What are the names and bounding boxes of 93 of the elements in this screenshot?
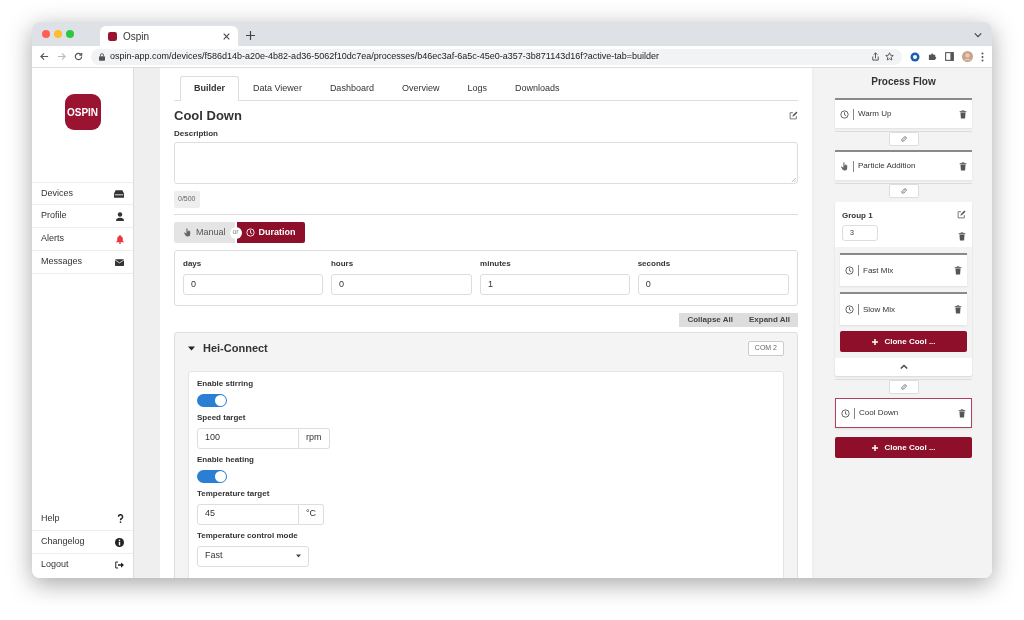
group-title: Group 1 — [842, 210, 874, 222]
field-label: Description — [174, 128, 219, 140]
edit-icon[interactable] — [957, 210, 966, 219]
phase-title: Cool Down — [174, 106, 242, 125]
resize-handle-icon[interactable] — [791, 177, 796, 182]
new-tab-icon[interactable] — [246, 31, 255, 40]
field-label: Temperature control mode — [197, 529, 299, 542]
lock-icon — [99, 52, 105, 61]
favicon-icon — [108, 31, 117, 41]
toggle-switch[interactable] — [197, 469, 227, 483]
dropdown[interactable]: Fast — [197, 545, 309, 567]
toggle-switch[interactable] — [197, 393, 227, 407]
sidebar-item[interactable]: Alerts — [32, 228, 133, 251]
trash-icon[interactable] — [958, 408, 966, 418]
device-name: Hei-Connect — [203, 341, 268, 356]
sidebar-item[interactable]: Help — [32, 507, 133, 530]
share-icon[interactable] — [871, 52, 880, 61]
step-card[interactable]: Cool Down — [835, 398, 972, 428]
step-name: Particle Addition — [858, 160, 917, 172]
field-label: Enable stirring — [197, 377, 254, 390]
link-icon — [899, 383, 908, 391]
tab[interactable]: Downloads — [500, 76, 574, 101]
field-label: minutes — [480, 258, 512, 270]
tab[interactable]: Logs — [453, 76, 501, 101]
number-field[interactable]: 100 — [197, 427, 299, 449]
star-icon[interactable] — [885, 52, 894, 61]
step-card[interactable]: Fast Mix — [840, 253, 967, 286]
unit-label: °C — [299, 503, 325, 525]
step-name: Fast Mix — [863, 264, 895, 277]
sidebar-item[interactable]: Changelog — [32, 530, 133, 553]
address-bar[interactable]: ospin-app.com/devices/f586d14b-a20e-4b82-ad36-5062f10dc7ea/processes/b46ec3af-6a5c-45e0-a357-3b871143d16f?active-tab=builder — [91, 48, 902, 65]
puzzle-icon[interactable] — [928, 52, 937, 61]
number-field[interactable]: 45 — [197, 503, 299, 525]
number-field[interactable]: 0 — [183, 274, 323, 295]
browser-tab[interactable]: Ospin — [100, 26, 238, 46]
tab-title: Ospin — [123, 29, 151, 44]
chevron-up-icon[interactable] — [899, 364, 908, 370]
close-icon[interactable] — [223, 32, 230, 40]
expand-button[interactable]: Expand All — [740, 313, 798, 327]
number-field[interactable]: 0 — [330, 274, 473, 295]
sign-out-icon — [115, 561, 124, 569]
plus-icon — [871, 443, 880, 452]
chevron-down-icon[interactable] — [974, 31, 982, 39]
step-card[interactable]: Warm Up — [835, 98, 972, 128]
reload-icon[interactable] — [74, 52, 83, 61]
url-text: ospin-app.com/devices/f586d14b-a20e-4b82-ad36-5062f10dc7ea/processes/b46ec3af-6a5c-45e0-a357-3b871143d16f?active-tab=builder — [110, 49, 659, 63]
step-card[interactable]: Particle Addition — [835, 150, 972, 180]
logo[interactable]: OSPIN — [64, 94, 101, 130]
sidebar-item[interactable]: Messages — [32, 251, 133, 274]
trash-icon[interactable] — [959, 161, 967, 171]
step-name: Warm Up — [858, 108, 893, 120]
field-label: Temperature target — [197, 487, 271, 500]
clone-button[interactable]: Clone Cool ... — [840, 331, 967, 352]
sidebar-item[interactable]: Devices — [32, 182, 133, 205]
link-icon — [899, 135, 908, 143]
caret-down-icon — [296, 554, 301, 558]
trash-icon[interactable] — [959, 109, 967, 119]
hand-pointer-icon — [183, 228, 192, 237]
step-card[interactable]: Slow Mix — [840, 292, 967, 325]
trash-icon[interactable] — [954, 305, 962, 314]
tab[interactable]: Overview — [387, 76, 454, 101]
trash-icon[interactable] — [957, 232, 966, 241]
field-label: days — [183, 258, 203, 270]
more-icon[interactable] — [981, 51, 984, 62]
clock-icon — [245, 228, 255, 237]
field-label: Enable heating — [197, 453, 255, 466]
caret-down-icon[interactable] — [188, 344, 195, 352]
trash-icon[interactable] — [954, 266, 962, 275]
field-label: hours — [330, 258, 355, 270]
field-label: Speed target — [197, 411, 247, 424]
tab[interactable]: Dashboard — [315, 76, 388, 101]
info-icon — [115, 537, 124, 547]
clone-button[interactable]: Clone Cool ... — [835, 437, 972, 458]
tab[interactable]: Data Viewer — [239, 76, 316, 101]
sidebar-item[interactable]: Profile — [32, 205, 133, 228]
question-icon — [117, 514, 124, 523]
panel-title: Process Flow — [870, 75, 937, 89]
link-icon — [899, 187, 908, 195]
back-icon[interactable] — [40, 52, 49, 61]
sidebar-item[interactable]: Logout — [32, 553, 133, 576]
number-field[interactable]: 0 — [637, 274, 789, 295]
number-field[interactable]: 1 — [480, 274, 630, 295]
extension-icon[interactable] — [910, 51, 920, 62]
tab[interactable]: Builder — [180, 76, 239, 101]
description-field[interactable] — [174, 142, 798, 184]
step-name: Cool Down — [859, 407, 900, 419]
step-name: Slow Mix — [863, 303, 896, 316]
unit-label: rpm — [299, 427, 330, 449]
field-label: seconds — [637, 258, 672, 270]
edit-icon[interactable] — [789, 110, 798, 120]
plus-icon — [871, 337, 880, 346]
collapse-button[interactable]: Collapse All — [679, 313, 741, 327]
side-panel-icon[interactable] — [945, 52, 954, 61]
